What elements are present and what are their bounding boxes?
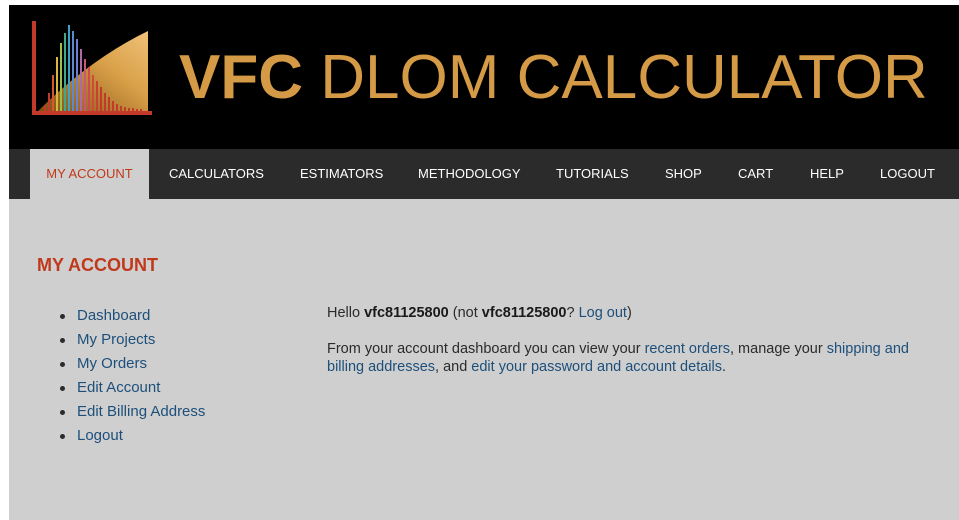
username-repeat: vfc81125800 <box>481 305 567 321</box>
sidebar-link-edit-account[interactable]: Edit Account <box>77 379 160 396</box>
recent-orders-link[interactable]: recent orders <box>645 341 730 357</box>
sidebar-item-logout: Logout <box>57 424 205 448</box>
greeting-text: Hello vfc81125800 (not vfc81125800? Log … <box>327 304 937 322</box>
sidebar-link-dashboard[interactable]: Dashboard <box>77 307 150 324</box>
nav-item-estimators[interactable]: ESTIMATORS <box>300 149 383 199</box>
dashboard-description: From your account dashboard you can view… <box>327 340 937 376</box>
nav-item-tutorials[interactable]: TUTORIALS <box>556 149 629 199</box>
site-title-rest: DLOM CALCULATOR <box>303 43 928 112</box>
sidebar-link-my-orders[interactable]: My Orders <box>77 355 147 372</box>
nav-item-my-account[interactable]: MY ACCOUNT <box>30 149 149 199</box>
nav-item-help[interactable]: HELP <box>810 149 844 199</box>
nav-item-logout[interactable]: LOGOUT <box>880 149 935 199</box>
description-prefix: From your account dashboard you can view… <box>327 341 645 357</box>
greeting-prefix: Hello <box>327 305 365 321</box>
site-title-bold: VFC <box>179 43 303 112</box>
site-title[interactable]: VFC DLOM CALCULATOR <box>179 45 928 111</box>
sidebar-item-edit-billing-address: Edit Billing Address <box>57 400 205 424</box>
dashboard-content: Hello vfc81125800 (not vfc81125800? Log … <box>327 304 937 376</box>
sidebar-title: MY ACCOUNT <box>37 255 158 275</box>
sidebar-link-logout[interactable]: Logout <box>77 427 123 444</box>
description-middle-2: , and <box>435 359 472 375</box>
header-banner: VFC DLOM CALCULATOR <box>9 5 959 149</box>
site-container: VFC DLOM CALCULATOR MY ACCOUNT CALCULATO… <box>9 5 959 520</box>
sidebar-item-edit-account: Edit Account <box>57 376 205 400</box>
sidebar-link-my-projects[interactable]: My Projects <box>77 331 155 348</box>
nav-item-shop[interactable]: SHOP <box>665 149 702 199</box>
username: vfc81125800 <box>364 305 449 321</box>
vfc-logo-chart-icon[interactable] <box>30 19 154 117</box>
sidebar-item-dashboard: Dashboard <box>57 304 205 328</box>
sidebar-link-edit-billing-address[interactable]: Edit Billing Address <box>77 403 205 420</box>
account-details-link[interactable]: edit your password and account details <box>471 359 722 375</box>
description-end: . <box>721 359 727 375</box>
sidebar-item-my-projects: My Projects <box>57 328 205 352</box>
logout-link[interactable]: Log out <box>579 305 627 321</box>
nav-item-calculators[interactable]: CALCULATORS <box>169 149 264 199</box>
nav-item-methodology[interactable]: METHODOLOGY <box>418 149 521 199</box>
description-middle-1: , manage your <box>730 341 827 357</box>
greeting-close: ) <box>626 305 632 321</box>
greeting-question: ? <box>566 305 579 321</box>
nav-item-cart[interactable]: CART <box>738 149 773 199</box>
account-sidebar-menu: Dashboard My Projects My Orders Edit Acc… <box>57 304 205 448</box>
greeting-middle: (not <box>448 305 482 321</box>
sidebar-item-my-orders: My Orders <box>57 352 205 376</box>
main-navbar: MY ACCOUNT CALCULATORS ESTIMATORS METHOD… <box>9 149 959 199</box>
